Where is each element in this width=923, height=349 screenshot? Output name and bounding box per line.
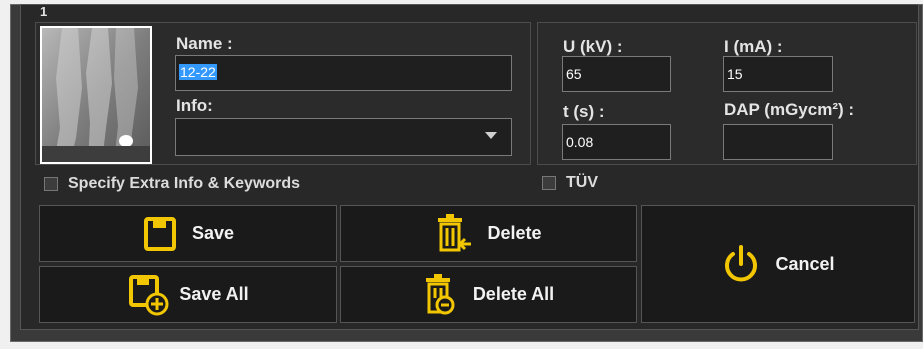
save-all-label: Save All [179,284,249,304]
extra-info-checkbox[interactable] [44,177,58,191]
dap-input[interactable] [723,124,833,160]
delete-label: Delete [487,223,542,243]
dap-label: DAP (mGycm²) : [724,100,855,119]
name-input[interactable]: 12-22 [175,55,512,91]
voltage-label: U (kV) : [563,37,623,56]
save-button[interactable]: Save [39,205,337,262]
save-icon [143,216,176,251]
time-label: t (s) : [563,102,605,121]
save-label: Save [191,223,235,243]
tuv-checkbox[interactable] [542,176,556,190]
name-input-value: 12-22 [179,64,217,80]
delete-button[interactable]: Delete [340,205,637,262]
cancel-button[interactable]: Cancel [641,205,915,323]
time-value: 0.08 [566,134,594,150]
save-all-button[interactable]: Save All [39,266,337,323]
voltage-value: 65 [566,66,582,82]
voltage-input[interactable]: 65 [562,56,671,92]
save-all-icon [129,274,169,315]
delete-all-icon [425,273,455,314]
current-input[interactable]: 15 [723,56,833,92]
delete-all-button[interactable]: Delete All [340,266,637,323]
dental-xray-image [42,28,150,162]
name-label: Name : [176,34,233,53]
time-input[interactable]: 0.08 [562,124,671,160]
xray-thumbnail[interactable] [40,26,152,164]
info-label: Info: [176,96,213,115]
chevron-down-icon [485,132,497,139]
info-dropdown[interactable] [175,118,512,156]
delete-all-label: Delete All [472,284,555,304]
current-label: I (mA) : [724,37,783,56]
tuv-label: TÜV [566,174,598,191]
cancel-label: Cancel [775,253,835,274]
power-icon [725,245,758,282]
delete-icon [438,213,472,251]
dialog-index-label: 1 [40,4,48,19]
current-value: 15 [727,66,743,82]
extra-info-label: Specify Extra Info & Keywords [68,175,301,192]
